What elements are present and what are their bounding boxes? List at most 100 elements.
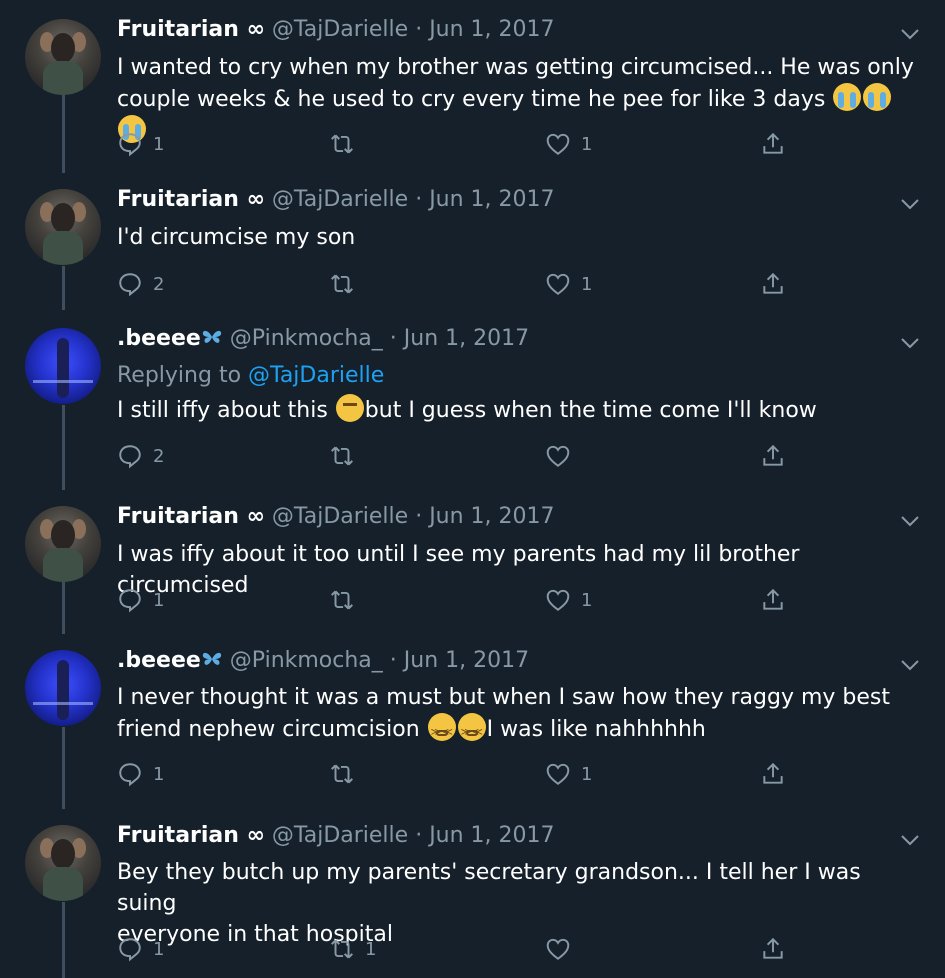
tweet[interactable]: .beeee @Pinkmocha_ · Jun 1, 2017 I never…	[0, 647, 945, 802]
user-handle[interactable]: @TajDarielle	[272, 823, 408, 848]
tweet[interactable]: .beeee @Pinkmocha_ · Jun 1, 2017 Replyin…	[0, 325, 945, 485]
display-name[interactable]: Fruitarian ∞	[117, 504, 265, 529]
reply-button[interactable]: 1	[117, 934, 164, 964]
user-handle[interactable]: @Pinkmocha_	[230, 648, 383, 673]
loudly-crying-face-icon	[863, 83, 892, 111]
tweet-date[interactable]: Jun 1, 2017	[429, 823, 554, 848]
retweet-count: 1	[365, 938, 377, 960]
butterfly-icon	[202, 330, 221, 343]
butterfly-icon	[202, 652, 221, 665]
retweet-button[interactable]	[329, 585, 365, 615]
caret-down-icon[interactable]	[898, 192, 922, 216]
like-count: 1	[581, 589, 593, 611]
reply-icon	[119, 445, 141, 469]
tweet-text: I'd circumcise my son	[117, 222, 917, 253]
retweet-icon	[331, 446, 353, 466]
user-handle[interactable]: @TajDarielle	[272, 17, 408, 42]
avatar[interactable]	[25, 19, 101, 95]
tweet-text-line: I was like nahhhhhh	[486, 717, 706, 742]
tweet-date[interactable]: Jun 1, 2017	[429, 187, 554, 212]
tired-face-icon	[457, 713, 486, 748]
caret-down-icon[interactable]	[898, 653, 922, 677]
display-name[interactable]: Fruitarian ∞	[117, 823, 265, 848]
share-button[interactable]	[760, 441, 786, 471]
tweet-date[interactable]: Jun 1, 2017	[429, 504, 554, 529]
like-button[interactable]	[545, 441, 581, 471]
tweet-actions: 1 1	[117, 585, 917, 615]
tweet-date[interactable]: Jun 1, 2017	[404, 326, 529, 351]
share-button[interactable]	[760, 585, 786, 615]
display-name[interactable]: .beeee	[117, 648, 201, 673]
retweet-button[interactable]	[329, 269, 365, 299]
tweet-header: Fruitarian ∞ @TajDarielle · Jun 1, 2017	[117, 822, 555, 850]
share-button[interactable]	[760, 269, 786, 299]
reply-count: 1	[153, 938, 165, 960]
tweet-header: Fruitarian ∞ @TajDarielle · Jun 1, 2017	[117, 186, 555, 214]
caret-down-icon[interactable]	[898, 509, 922, 533]
like-button[interactable]: 1	[545, 269, 592, 299]
reply-button[interactable]: 1	[117, 759, 164, 789]
separator: ·	[415, 504, 423, 529]
like-icon	[546, 133, 570, 155]
like-icon	[546, 445, 570, 467]
reply-icon	[119, 273, 141, 297]
share-button[interactable]	[760, 759, 786, 789]
reply-icon	[119, 938, 141, 962]
reply-button[interactable]: 2	[117, 441, 164, 471]
retweet-button[interactable]: 1	[329, 934, 376, 964]
tweet-text: I never thought it was a must but when I…	[117, 682, 917, 748]
tweet-date[interactable]: Jun 1, 2017	[429, 17, 554, 42]
tweet-text-line: I'd circumcise my son	[117, 225, 356, 250]
tweet-actions: 2 1	[117, 269, 917, 299]
retweet-icon	[331, 764, 353, 784]
share-icon	[763, 588, 783, 610]
user-handle[interactable]: @TajDarielle	[272, 504, 408, 529]
reply-icon	[119, 763, 141, 787]
caret-down-icon[interactable]	[898, 331, 922, 355]
reply-button[interactable]: 1	[117, 585, 164, 615]
avatar[interactable]	[25, 506, 101, 582]
caret-down-icon[interactable]	[898, 22, 922, 46]
tweet[interactable]: Fruitarian ∞ @TajDarielle · Jun 1, 2017 …	[0, 16, 945, 166]
reply-button[interactable]: 2	[117, 269, 164, 299]
avatar[interactable]	[25, 650, 101, 726]
display-name[interactable]: .beeee	[117, 326, 201, 351]
share-button[interactable]	[760, 934, 786, 964]
retweet-button[interactable]	[329, 129, 365, 159]
display-name[interactable]: Fruitarian ∞	[117, 17, 265, 42]
tweet-actions: 2	[117, 441, 917, 471]
tweet-header: Fruitarian ∞ @TajDarielle · Jun 1, 2017	[117, 16, 555, 44]
tweet-actions: 1 1	[117, 759, 917, 789]
reply-count: 1	[153, 133, 165, 155]
tweet[interactable]: Fruitarian ∞ @TajDarielle · Jun 1, 2017 …	[0, 186, 945, 310]
tweet-actions: 1 1	[117, 934, 917, 964]
reply-count: 1	[153, 763, 165, 785]
separator: ·	[415, 17, 423, 42]
user-handle[interactable]: @Pinkmocha_	[230, 326, 383, 351]
caret-down-icon[interactable]	[898, 828, 922, 852]
replying-mention[interactable]: @TajDarielle	[248, 363, 384, 388]
tweet-text-line: I wanted to cry when my brother was gett…	[117, 55, 914, 80]
display-name[interactable]: Fruitarian ∞	[117, 187, 265, 212]
retweet-button[interactable]	[329, 441, 365, 471]
tired-face-icon	[427, 713, 456, 748]
like-button[interactable]: 1	[545, 129, 592, 159]
avatar[interactable]	[25, 189, 101, 265]
avatar[interactable]	[25, 328, 101, 404]
like-button[interactable]: 1	[545, 759, 592, 789]
tweet-date[interactable]: Jun 1, 2017	[404, 648, 529, 673]
tweet[interactable]: Fruitarian ∞ @TajDarielle · Jun 1, 2017 …	[0, 822, 945, 978]
reply-count: 2	[153, 445, 165, 467]
share-icon	[763, 937, 783, 959]
reply-button[interactable]: 1	[117, 129, 164, 159]
tweet[interactable]: Fruitarian ∞ @TajDarielle · Jun 1, 2017 …	[0, 503, 945, 627]
retweet-icon	[331, 590, 353, 610]
like-icon	[546, 938, 570, 960]
share-icon	[763, 132, 783, 154]
user-handle[interactable]: @TajDarielle	[272, 187, 408, 212]
avatar[interactable]	[25, 825, 101, 901]
share-button[interactable]	[760, 129, 786, 159]
like-button[interactable]	[545, 934, 581, 964]
retweet-button[interactable]	[329, 759, 365, 789]
like-button[interactable]: 1	[545, 585, 592, 615]
